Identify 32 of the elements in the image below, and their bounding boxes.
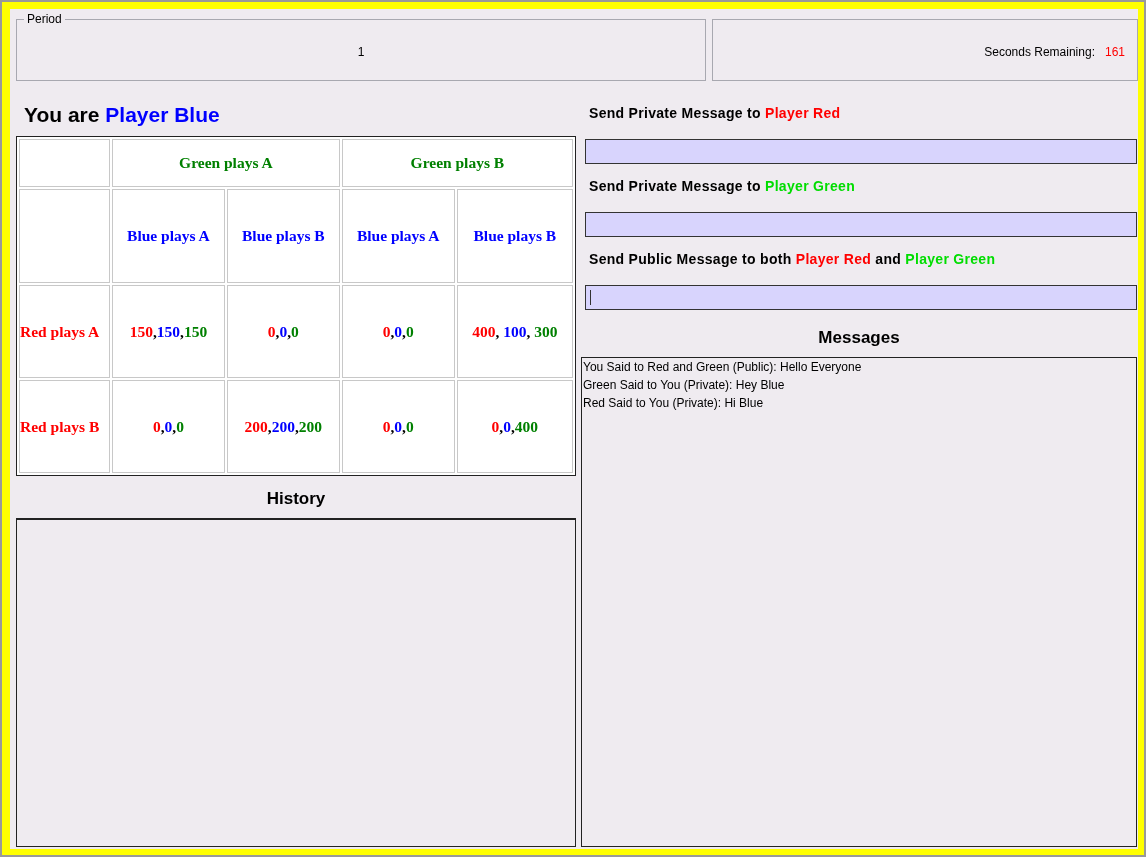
player-heading: You are Player Blue <box>23 102 221 128</box>
history-title: History <box>265 488 327 510</box>
table-header: Blue plays A <box>341 189 455 283</box>
table-cell: 0,0,400 <box>456 380 573 473</box>
message-label: Send Private Message to Player Green <box>588 177 857 196</box>
table-cell: 0,0,0 <box>112 380 225 473</box>
period-legend: Period <box>24 12 65 26</box>
period-value: 1 <box>357 45 365 59</box>
row-header: Red plays A <box>19 285 110 378</box>
message-field[interactable] <box>585 139 1137 164</box>
message-field[interactable] <box>585 285 1137 310</box>
table-header: Green plays A <box>112 139 340 187</box>
table-header: Blue plays B <box>226 189 340 283</box>
timer-value: 161 <box>1104 45 1125 59</box>
table-cell: 0,0,0 <box>341 380 455 473</box>
message-line: Red Said to You (Private): Hi Blue <box>583 395 765 412</box>
table-header: Blue plays A <box>112 189 225 283</box>
table-cell: 200,200,200 <box>226 380 340 473</box>
timer-label: Seconds Remaining: <box>984 45 1095 59</box>
table-cell: 0,0,0 <box>226 285 340 378</box>
messages-title: Messages <box>817 327 901 349</box>
message-field[interactable] <box>585 212 1137 237</box>
message-label: Send Private Message to Player Red <box>588 104 842 123</box>
table-header: Green plays B <box>341 139 573 187</box>
table-header: Blue plays B <box>456 189 573 283</box>
message-line: Green Said to You (Private): Hey Blue <box>583 377 786 394</box>
table-cell: 0,0,0 <box>341 285 455 378</box>
row-header: Red plays B <box>19 380 110 473</box>
message-line: You Said to Red and Green (Public): Hello Everyone <box>583 359 863 376</box>
table-cell: 150,150,150 <box>112 285 225 378</box>
message-label: Send Public Message to both Player Red and Player Green <box>588 250 997 269</box>
table-cell: 400, 100, 300 <box>456 285 573 378</box>
